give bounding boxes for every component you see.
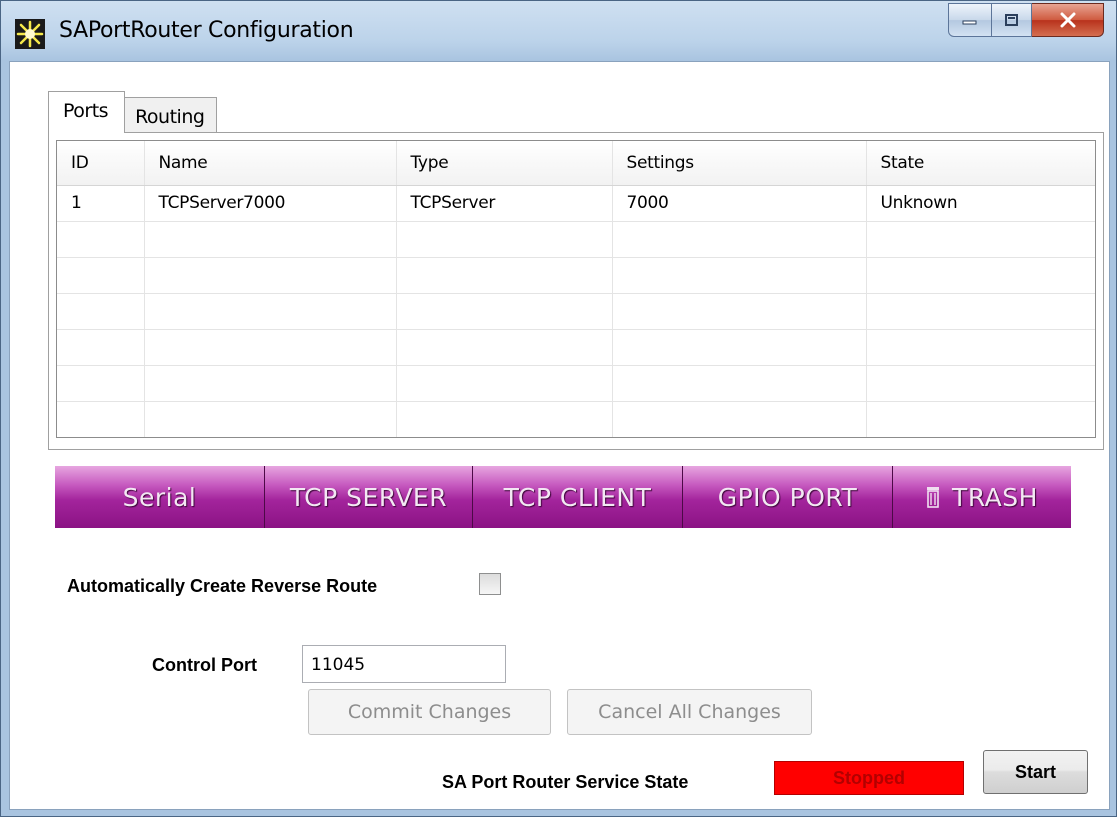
title-bar[interactable]: SAPortRouter Configuration xyxy=(1,1,1116,61)
client-area: Ports Routing ID Name Type Settings Stat… xyxy=(9,61,1110,810)
cell-name: TCPServer7000 xyxy=(144,185,397,222)
control-port-label: Control Port xyxy=(152,655,257,675)
minimize-button[interactable] xyxy=(948,3,992,37)
minimize-icon xyxy=(962,20,977,25)
column-header-name[interactable]: Name xyxy=(144,141,397,186)
commit-changes-button[interactable]: Commit Changes xyxy=(308,689,551,735)
maximize-button[interactable] xyxy=(992,3,1032,37)
cancel-all-changes-button[interactable]: Cancel All Changes xyxy=(567,689,812,735)
column-header-type[interactable]: Type xyxy=(396,141,613,186)
service-state-label: SA Port Router Service State xyxy=(442,772,689,792)
trash-button[interactable]: TRASH xyxy=(893,466,1071,528)
auto-reverse-route-checkbox[interactable] xyxy=(479,573,501,595)
window-title: SAPortRouter Configuration xyxy=(59,18,354,43)
ports-tab-panel: ID Name Type Settings State 1 TCPServer7… xyxy=(48,132,1104,450)
table-header-row: ID Name Type Settings State xyxy=(57,141,1095,186)
auto-reverse-route-label: Automatically Create Reverse Route xyxy=(67,576,378,596)
start-service-button[interactable]: Start xyxy=(983,750,1088,794)
close-button[interactable] xyxy=(1032,3,1104,37)
cell-id: 1 xyxy=(57,185,145,222)
table-row[interactable]: 1 TCPServer7000 TCPServer 7000 Unknown xyxy=(57,185,1095,222)
ports-table[interactable]: ID Name Type Settings State 1 TCPServer7… xyxy=(56,140,1096,438)
close-icon xyxy=(1060,12,1075,28)
empty-table-row[interactable] xyxy=(57,293,1095,330)
column-header-id[interactable]: ID xyxy=(57,141,145,186)
trash-icon xyxy=(926,486,940,508)
empty-table-row[interactable] xyxy=(57,365,1095,402)
app-logo-icon xyxy=(15,19,45,49)
control-port-input[interactable]: 11045 xyxy=(302,645,506,683)
window-controls xyxy=(948,3,1104,37)
tab-ports[interactable]: Ports xyxy=(48,91,126,133)
port-type-toolbar: Serial TCP SERVER TCP CLIENT GPIO PORT T… xyxy=(55,466,1071,528)
maximize-icon xyxy=(1004,14,1018,26)
empty-table-row[interactable] xyxy=(57,257,1095,294)
add-tcp-server-button[interactable]: TCP SERVER xyxy=(265,466,473,528)
empty-table-row[interactable] xyxy=(57,401,1095,437)
tab-routing[interactable]: Routing xyxy=(125,97,218,133)
trash-button-label: TRASH xyxy=(952,482,1038,512)
cell-settings: 7000 xyxy=(612,185,867,222)
add-tcp-client-button[interactable]: TCP CLIENT xyxy=(473,466,683,528)
empty-table-row[interactable] xyxy=(57,329,1095,366)
service-state-badge: Stopped xyxy=(774,761,964,795)
empty-table-row[interactable] xyxy=(57,221,1095,258)
add-serial-button[interactable]: Serial xyxy=(55,466,265,528)
add-gpio-port-button[interactable]: GPIO PORT xyxy=(683,466,893,528)
app-window: SAPortRouter Configuration Ports Routing xyxy=(0,0,1117,817)
cell-state: Unknown xyxy=(866,185,1095,222)
column-header-state[interactable]: State xyxy=(866,141,1095,186)
tab-strip: Ports Routing xyxy=(48,91,218,133)
cell-type: TCPServer xyxy=(396,185,613,222)
column-header-settings[interactable]: Settings xyxy=(612,141,867,186)
